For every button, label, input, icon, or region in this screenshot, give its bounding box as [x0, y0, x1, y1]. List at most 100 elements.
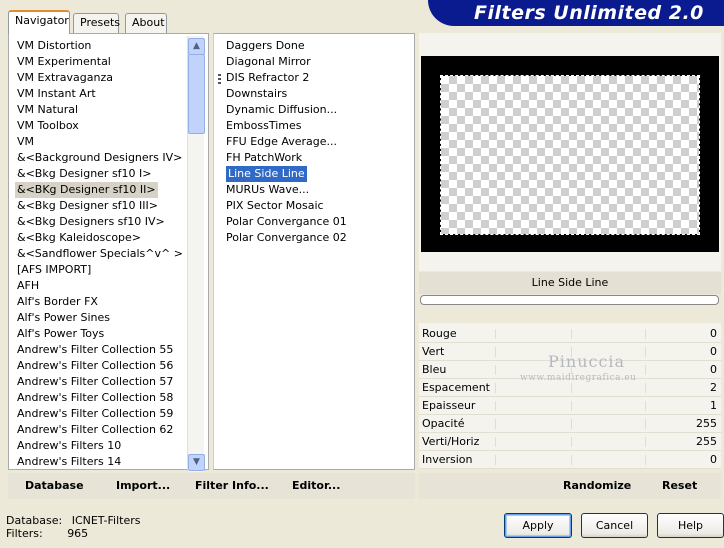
filter-item[interactable]: FFU Edge Average...: [226, 134, 337, 150]
parameter-value: 2: [710, 381, 717, 394]
filter-item[interactable]: FH PatchWork: [226, 150, 302, 166]
category-item[interactable]: &<Bkg Designers sf10 IV>: [17, 214, 165, 230]
filter-item[interactable]: EmbossTimes: [226, 118, 302, 134]
category-item[interactable]: VM Distortion: [17, 38, 91, 54]
database-button[interactable]: Database: [25, 479, 84, 492]
filter-item[interactable]: Polar Convergance 02: [226, 230, 347, 246]
help-button[interactable]: Help: [657, 513, 724, 538]
filter-item[interactable]: Polar Convergance 01: [226, 214, 347, 230]
slider-tick: [495, 437, 496, 447]
import-button[interactable]: Import...: [116, 479, 170, 492]
randomize-button[interactable]: Randomize: [563, 479, 631, 492]
database-button-label: Database: [25, 479, 84, 492]
parameter-row[interactable]: Inversion 0: [419, 451, 721, 469]
category-item[interactable]: Andrew's Filter Collection 59: [17, 406, 173, 422]
apply-button-label: Apply: [522, 519, 554, 532]
category-item[interactable]: Andrew's Filter Collection 57: [17, 374, 173, 390]
category-item[interactable]: &<BKg Designer sf10 II>: [15, 182, 158, 198]
filter-item[interactable]: Daggers Done: [226, 38, 305, 54]
tab-navigator[interactable]: Navigator: [8, 10, 70, 34]
slider-tick: [645, 329, 646, 339]
parameter-label: Vert: [422, 345, 445, 358]
import-button-label: Import...: [116, 479, 171, 492]
reset-button[interactable]: Reset: [662, 479, 697, 492]
preview-canvas: [421, 56, 719, 252]
category-item[interactable]: VM: [17, 134, 34, 150]
cancel-button[interactable]: Cancel: [581, 513, 648, 538]
category-item[interactable]: &<Bkg Kaleidoscope>: [17, 230, 141, 246]
category-item[interactable]: VM Natural: [17, 102, 78, 118]
cancel-button-label: Cancel: [595, 519, 634, 532]
filter-item[interactable]: Downstairs: [226, 86, 287, 102]
parameter-value: 1: [710, 399, 717, 412]
category-item[interactable]: VM Extravaganza: [17, 70, 113, 86]
tab-navigator-label: Navigator: [15, 14, 69, 27]
category-item[interactable]: Andrew's Filter Collection 56: [17, 358, 173, 374]
slider-tick: [645, 347, 646, 357]
chevron-up-icon: ▲: [193, 41, 200, 51]
filter-item[interactable]: DIS Refractor 2: [226, 70, 309, 86]
filter-item[interactable]: Dynamic Diffusion...: [226, 102, 337, 118]
parameter-label: Opacité: [422, 417, 465, 430]
filter-item[interactable]: MURUs Wave...: [226, 182, 309, 198]
tab-about-label: About: [132, 16, 165, 29]
grip-icon: [218, 74, 221, 84]
slider-tick: [571, 401, 572, 411]
category-item[interactable]: &<Sandflower Specials^v^ >: [17, 246, 183, 262]
scroll-down-button[interactable]: ▼: [188, 454, 205, 471]
parameter-row[interactable]: Verti/Horiz 255: [419, 433, 721, 451]
category-scrollbar[interactable]: ▲ ▼: [187, 36, 205, 472]
tab-about[interactable]: About: [125, 13, 167, 33]
parameter-value: 0: [710, 363, 717, 376]
watermark-name: Pinuccia: [548, 352, 626, 371]
slider-tick: [495, 365, 496, 375]
category-item[interactable]: VM Toolbox: [17, 118, 79, 134]
category-item[interactable]: AFH: [17, 278, 39, 294]
filter-info-button[interactable]: Filter Info...: [195, 479, 269, 492]
filter-item[interactable]: PIX Sector Mosaic: [226, 198, 324, 214]
category-item[interactable]: Andrew's Filter Collection 62: [17, 422, 173, 438]
category-item[interactable]: [AFS IMPORT]: [17, 262, 91, 278]
category-list[interactable]: VM Distortion VM Experimental VM Extravaga…: [8, 33, 209, 472]
filter-list[interactable]: Daggers Done Diagonal Mirror DIS Refractor…: [213, 33, 415, 470]
parameter-row[interactable]: Opacité 255: [419, 415, 721, 433]
progress-bar: [420, 295, 719, 305]
status-filters: Filters: 965: [6, 527, 88, 540]
filter-item[interactable]: Diagonal Mirror: [226, 54, 311, 70]
slider-tick: [571, 419, 572, 429]
category-item[interactable]: Alf's Power Toys: [17, 326, 104, 342]
category-item[interactable]: Andrew's Filter Collection 58: [17, 390, 173, 406]
category-item[interactable]: &<Bkg Designer sf10 I>: [17, 166, 152, 182]
category-item[interactable]: Alf's Power Sines: [17, 310, 110, 326]
category-item[interactable]: Andrew's Filters 14: [17, 454, 121, 470]
watermark-site: www.maidiregrafica.eu: [520, 373, 637, 383]
category-item[interactable]: Alf's Border FX: [17, 294, 98, 310]
editor-button-label: Editor...: [292, 479, 341, 492]
parameter-row[interactable]: Epaisseur 1: [419, 397, 721, 415]
filter-item[interactable]: Line Side Line: [226, 166, 307, 182]
filter-info-button-label: Filter Info...: [195, 479, 269, 492]
slider-tick: [571, 329, 572, 339]
category-item[interactable]: Andrew's Filter Collection 55: [17, 342, 173, 358]
preview-checkerboard: [440, 75, 700, 235]
parameter-value: 0: [710, 327, 717, 340]
parameter-row[interactable]: Rouge 0: [419, 325, 721, 343]
slider-tick: [645, 437, 646, 447]
apply-button[interactable]: Apply: [504, 513, 572, 538]
scroll-up-button[interactable]: ▲: [188, 38, 205, 55]
tab-presets[interactable]: Presets: [73, 13, 120, 33]
category-item[interactable]: &<Background Designers IV>: [17, 150, 182, 166]
status-filters-label: Filters:: [6, 527, 43, 540]
slider-tick: [571, 455, 572, 465]
app-title: Filters Unlimited 2.0: [428, 0, 724, 26]
category-item[interactable]: Andrew's Filters 10: [17, 438, 121, 454]
category-item[interactable]: VM Instant Art: [17, 86, 96, 102]
slider-tick: [645, 419, 646, 429]
category-item[interactable]: VM Experimental: [17, 54, 111, 70]
editor-button[interactable]: Editor...: [292, 479, 340, 492]
category-item[interactable]: &<Bkg Designer sf10 III>: [17, 198, 158, 214]
status-filters-value: 965: [67, 527, 89, 540]
scroll-thumb[interactable]: [188, 54, 205, 134]
slider-tick: [645, 455, 646, 465]
parameter-value: 255: [696, 435, 717, 448]
